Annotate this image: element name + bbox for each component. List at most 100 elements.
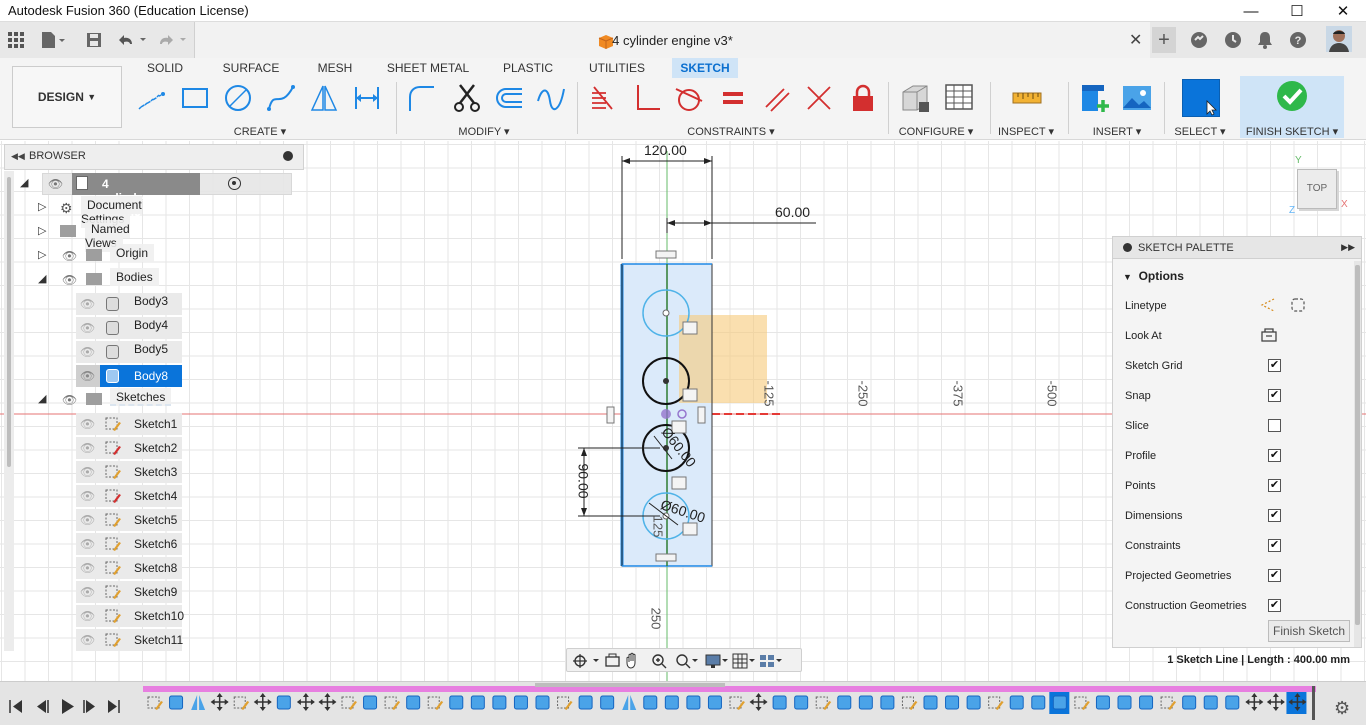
tangent-constraint-icon[interactable] [672,81,706,115]
timeline-feature-body-icon[interactable] [772,695,787,710]
collapse-arrow-icon[interactable]: ◢ [20,176,28,189]
timeline-feature-body-icon[interactable] [707,695,722,710]
timeline-feature-body-icon[interactable] [169,695,184,710]
palette-scrollbar[interactable] [1354,261,1361,647]
job-status-icon[interactable] [1222,30,1244,50]
timeline-feature-body-icon[interactable] [1203,695,1218,710]
timeline-feature-sketch-icon[interactable] [815,696,832,710]
visibility-eye-icon[interactable]: 👁 [62,249,77,263]
expand-palette-icon[interactable]: ▶▶ [1341,242,1355,253]
timeline-feature-body-icon[interactable] [449,695,464,710]
timeline-feature-body-icon[interactable] [923,695,938,710]
configure-menu[interactable]: CONFIGURE ▾ [896,125,976,138]
browser-panel-header[interactable]: ◀◀ BROWSER [4,144,304,170]
dimension-width[interactable]: 120.00 [644,142,687,158]
timeline-feature-body-icon[interactable] [535,695,550,710]
hidden-eye-icon[interactable]: 👁 [80,537,95,551]
sketch-scale-icon[interactable] [534,81,568,115]
close-tab-icon[interactable]: ✕ [1129,30,1142,50]
timeline-feature-mirror-icon[interactable] [622,695,637,710]
timeline-feature-sketch-icon[interactable] [729,696,745,710]
palette-option-checkbox[interactable]: ✔ [1268,479,1281,492]
pan-hand-icon[interactable] [626,652,636,669]
extensions-icon[interactable] [1188,30,1210,50]
sketch-palette-header[interactable]: SKETCH PALETTE ▶▶ [1113,237,1361,259]
workspace-switcher[interactable]: DESIGN ▼ [12,66,122,128]
help-icon[interactable]: ? [1287,30,1309,50]
tab-sheet-metal[interactable]: SHEET METAL [386,58,470,78]
zoom-icon[interactable] [652,654,667,669]
create-menu[interactable]: CREATE ▾ [220,125,300,138]
collapse-arrows-icon[interactable]: ◀◀ [11,151,25,162]
dimension-tool-icon[interactable] [350,81,384,115]
timeline-feature-body-icon[interactable] [686,695,701,710]
redo-icon[interactable] [156,30,190,50]
timeline-feature-body-icon[interactable] [1095,695,1110,710]
hidden-eye-icon[interactable]: 👁 [80,345,95,359]
hidden-eye-icon[interactable]: 👁 [80,585,95,599]
timeline-feature-sketch-icon[interactable] [384,696,401,710]
equal-constraint-icon[interactable] [716,81,750,115]
timeline-settings-gear-icon[interactable]: ⚙ [1334,698,1350,719]
timeline-feature-body-icon[interactable] [794,695,809,710]
expand-arrow-icon[interactable]: ▷ [38,200,46,213]
insert-derive-icon[interactable] [1078,81,1112,115]
apps-grid-icon[interactable] [6,30,26,50]
insert-canvas-image-icon[interactable] [1120,81,1154,115]
timeline-feature-body-icon[interactable] [492,695,507,710]
constraints-menu[interactable]: CONSTRAINTS ▾ [686,125,776,138]
timeline-feature-sketch-icon[interactable] [233,696,250,710]
palette-option-checkbox[interactable]: ✔ [1268,539,1281,552]
hidden-eye-icon[interactable]: 👁 [80,609,95,623]
timeline-scroll-thumb[interactable] [535,683,725,687]
timeline-feature-body-icon[interactable] [276,695,291,710]
palette-option-checkbox[interactable]: ✔ [1268,599,1281,612]
configure-table-icon[interactable] [942,81,976,115]
coincident-constraint-icon[interactable] [586,81,620,115]
timeline-feature-sketch-icon[interactable] [427,696,444,710]
hidden-eye-icon[interactable]: 👁 [80,297,95,311]
timeline-feature-move-icon[interactable] [318,693,337,711]
step-forward-icon[interactable] [83,700,95,713]
grid-settings-icon[interactable] [732,653,755,669]
linetype-centerline-icon[interactable] [1290,297,1306,313]
timeline-feature-body-icon[interactable] [1031,695,1046,710]
select-tool-button[interactable] [1182,79,1220,117]
orbit-icon[interactable] [573,654,599,668]
timeline-feature-sketch-icon[interactable] [901,696,918,710]
spline-tool-icon[interactable] [264,81,298,115]
dimension-offset[interactable]: 60.00 [775,204,810,220]
visibility-eye-icon[interactable]: 👁 [48,177,63,191]
timeline-feature-sketch-icon[interactable] [557,696,573,710]
tab-utilities[interactable]: UTILITIES [584,58,650,78]
close-window-icon[interactable]: ✕ [1320,0,1366,22]
measure-ruler-icon[interactable] [1010,81,1044,115]
play-icon[interactable] [62,699,74,714]
timeline-feature-move-icon[interactable] [1266,693,1285,711]
timeline-feature-body-icon[interactable] [1117,695,1132,710]
timeline-feature-body-icon[interactable] [664,695,679,710]
timeline-feature-body-icon[interactable] [600,695,615,710]
configure-box-icon[interactable] [898,81,932,115]
timeline-feature-move-icon[interactable] [210,693,229,711]
look-at-nav-icon[interactable] [605,653,620,667]
timeline-marker[interactable] [1312,686,1315,720]
fix-lock-icon[interactable] [846,81,880,115]
tab-plastic[interactable]: PLASTIC [498,58,558,78]
linetype-construction-icon[interactable] [1260,297,1276,313]
undo-icon[interactable] [116,30,150,50]
file-menu-icon[interactable] [38,30,68,50]
timeline-feature-body-icon[interactable] [858,695,873,710]
visibility-eye-icon[interactable]: 👁 [62,393,77,407]
timeline-feature-sketch-icon[interactable] [147,696,163,710]
hidden-eye-icon[interactable]: 👁 [80,633,95,647]
timeline-feature-body-icon[interactable] [1009,695,1024,710]
user-avatar[interactable] [1326,26,1352,52]
go-to-end-icon[interactable] [108,700,120,713]
palette-option-checkbox[interactable]: ✔ [1268,359,1281,372]
select-menu[interactable]: SELECT ▾ [1170,125,1230,138]
step-back-icon[interactable] [37,700,49,713]
hidden-eye-icon[interactable]: 👁 [80,369,95,383]
timeline-feature-move-icon[interactable] [1245,693,1264,711]
perpendicular-constraint-icon[interactable] [630,81,664,115]
